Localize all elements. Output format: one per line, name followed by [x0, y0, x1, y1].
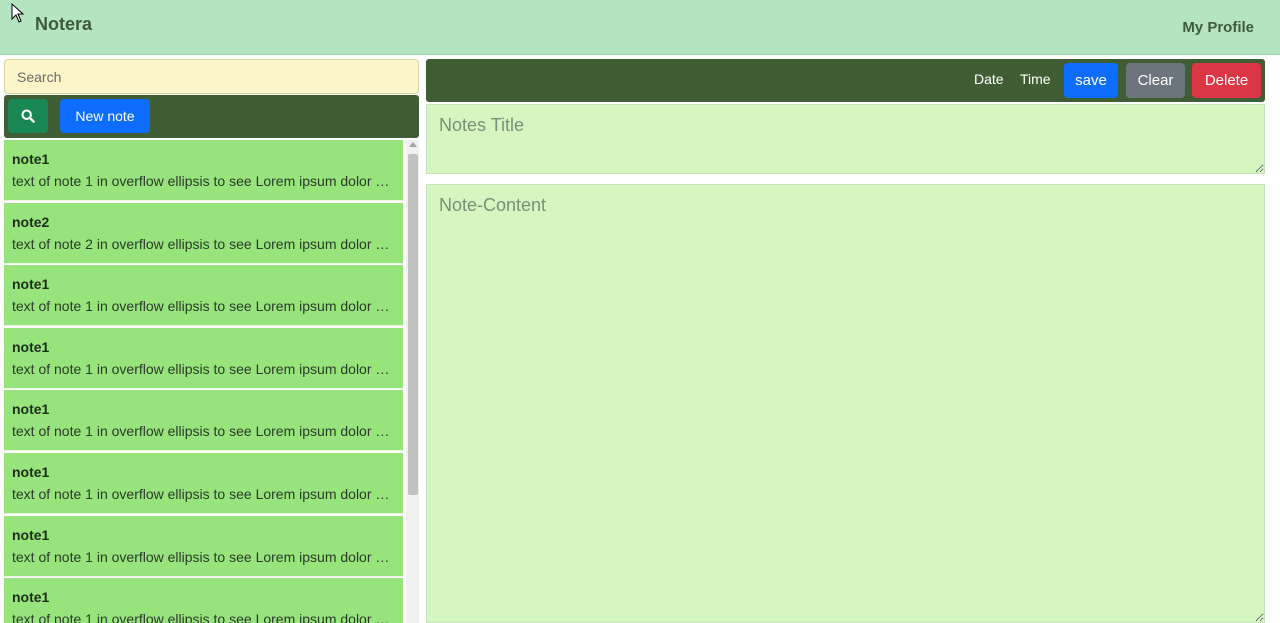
my-profile-link[interactable]: My Profile: [1182, 19, 1254, 36]
note-title: note2: [12, 213, 50, 230]
search-button[interactable]: [8, 99, 48, 133]
list-item[interactable]: note1 text of note 1 in overflow ellipsi…: [4, 390, 403, 452]
date-label: Date: [974, 71, 1004, 87]
list-item[interactable]: note1 text of note 1 in overflow ellipsi…: [4, 265, 403, 327]
note-preview: text of note 1 in overflow ellipsis to s…: [12, 298, 395, 315]
note-title: note1: [12, 276, 50, 293]
app-brand[interactable]: Notera: [35, 14, 92, 35]
sidebar-toolbar: New note: [4, 95, 419, 138]
notes-scrollbar[interactable]: [406, 140, 419, 623]
notes-sidebar: New note note1 text of note 1 in overflo…: [3, 58, 419, 623]
notes-list: note1 text of note 1 in overflow ellipsi…: [4, 140, 403, 623]
note-preview: text of note 1 in overflow ellipsis to s…: [12, 485, 395, 502]
list-item[interactable]: note1 text of note 1 in overflow ellipsi…: [4, 578, 403, 623]
note-editor: Date Time save Clear Delete: [425, 58, 1266, 623]
note-title: note1: [12, 526, 50, 543]
list-item[interactable]: note1 text of note 1 in overflow ellipsi…: [4, 140, 403, 201]
note-title: note1: [12, 338, 50, 355]
time-label: Time: [1020, 71, 1051, 87]
note-title-field[interactable]: [426, 104, 1265, 174]
save-button[interactable]: save: [1064, 63, 1118, 98]
note-preview: text of note 1 in overflow ellipsis to s…: [12, 548, 395, 565]
note-title: note1: [12, 151, 50, 167]
list-item[interactable]: note1 text of note 1 in overflow ellipsi…: [4, 515, 403, 577]
note-preview: text of note 1 in overflow ellipsis to s…: [12, 173, 395, 189]
scroll-up-arrow-icon[interactable]: [409, 142, 417, 147]
note-preview: text of note 1 in overflow ellipsis to s…: [12, 611, 395, 623]
list-item[interactable]: note2 text of note 2 in overflow ellipsi…: [4, 202, 403, 264]
note-title: note1: [12, 401, 50, 418]
note-content-field[interactable]: [426, 184, 1265, 623]
new-note-button[interactable]: New note: [60, 99, 150, 133]
note-title: note1: [12, 589, 50, 606]
note-preview: text of note 1 in overflow ellipsis to s…: [12, 423, 395, 440]
top-navbar: Notera My Profile: [0, 0, 1280, 55]
scroll-thumb[interactable]: [408, 154, 418, 495]
note-preview: text of note 2 in overflow ellipsis to s…: [12, 235, 395, 252]
list-item[interactable]: note1 text of note 1 in overflow ellipsi…: [4, 452, 403, 514]
note-title: note1: [12, 463, 50, 480]
notes-list-container[interactable]: note1 text of note 1 in overflow ellipsi…: [4, 140, 419, 623]
mouse-cursor-icon: [11, 3, 25, 23]
editor-toolbar: Date Time save Clear Delete: [426, 59, 1265, 102]
note-preview: text of note 1 in overflow ellipsis to s…: [12, 360, 395, 377]
list-item[interactable]: note1 text of note 1 in overflow ellipsi…: [4, 327, 403, 389]
delete-button[interactable]: Delete: [1192, 63, 1261, 98]
search-input[interactable]: [4, 59, 419, 94]
clear-button[interactable]: Clear: [1126, 63, 1185, 98]
search-icon: [21, 109, 35, 123]
